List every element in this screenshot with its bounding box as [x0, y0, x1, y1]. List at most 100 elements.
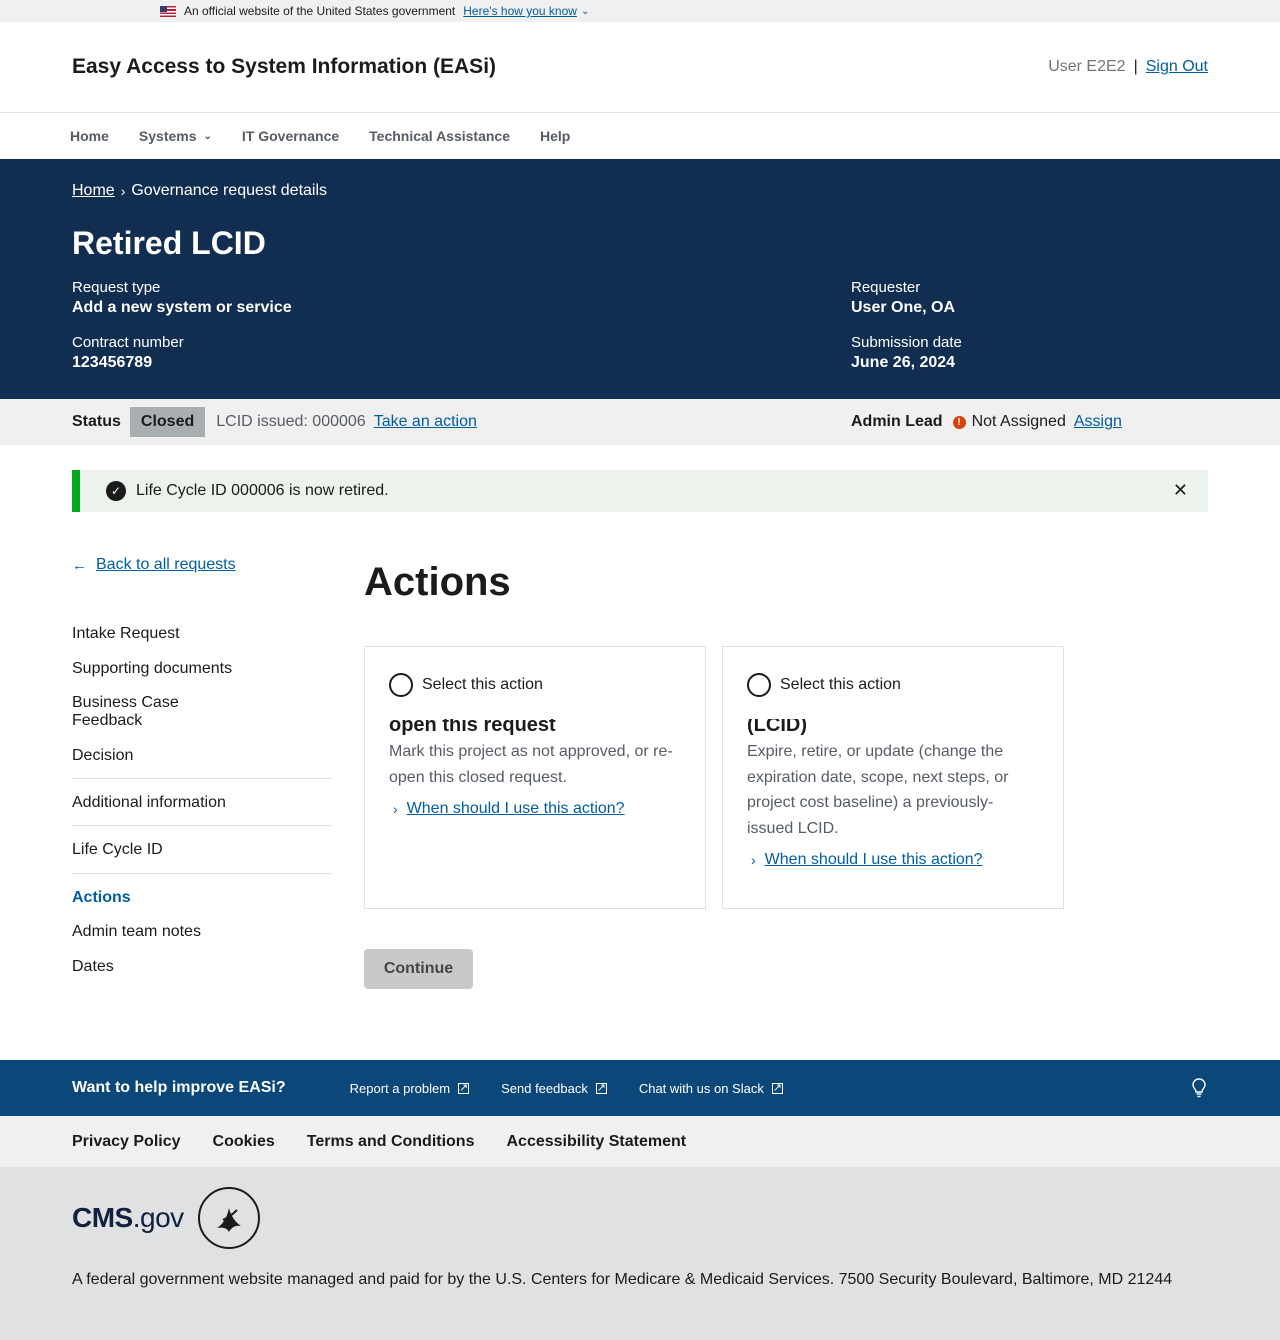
chevron-right-icon: › — [751, 852, 756, 868]
nav-technical-assistance[interactable]: Technical Assistance — [369, 128, 510, 144]
sidebar-item-business-case[interactable]: Business Case — [72, 694, 332, 712]
terms-link[interactable]: Terms and Conditions — [307, 1133, 475, 1151]
sidebar-item-supporting-documents[interactable]: Supporting documents — [72, 660, 332, 678]
radio-button[interactable] — [389, 673, 413, 697]
slack-chat-link[interactable]: Chat with us on Slack ↗ — [639, 1081, 783, 1096]
continue-button[interactable]: Continue — [364, 949, 473, 989]
arrow-left-icon: ← — [72, 556, 87, 574]
sidebar-item-dates[interactable]: Dates — [72, 958, 332, 976]
gov-banner-text: An official website of the United States… — [184, 4, 456, 18]
nav-help[interactable]: Help — [540, 128, 570, 144]
action-card-title-text: open this request — [389, 719, 556, 736]
action-card-description: Mark this project as not approved, or re… — [389, 743, 673, 786]
success-alert: ✓ Life Cycle ID 000006 is now retired. ✕ — [72, 470, 1208, 512]
status-bar: Status Closed LCID issued: 000006 Take a… — [0, 399, 1280, 445]
chevron-down-icon: ⌄ — [580, 5, 590, 17]
user-separator: | — [1133, 58, 1138, 75]
action-card-title: open this request — [389, 719, 681, 737]
user-name: User E2E2 — [1048, 58, 1126, 75]
action-card-description: Expire, retire, or update (change the ex… — [747, 743, 1009, 837]
cms-logo: CMS.gov — [72, 1202, 184, 1234]
cms-logo-text: CMS — [72, 1202, 133, 1233]
action-help-toggle[interactable]: › When should I use this action? — [389, 800, 681, 818]
sidebar-item-actions[interactable]: Actions — [72, 889, 332, 907]
sidebar-item-additional-information[interactable]: Additional information — [72, 794, 332, 812]
feedback-title: Want to help improve EASi? — [72, 1079, 286, 1096]
action-radio[interactable]: Select this action — [389, 673, 681, 697]
contract-field: Contract number 123456789 — [72, 334, 184, 372]
sign-out-link[interactable]: Sign Out — [1146, 58, 1208, 76]
hhs-seal-icon — [197, 1187, 260, 1249]
sidebar-item-intake-request[interactable]: Intake Request — [72, 625, 332, 643]
breadcrumb-current: Governance request details — [131, 182, 328, 199]
us-flag-icon — [160, 5, 176, 17]
requester-label: Requester — [851, 279, 921, 296]
back-to-requests-link[interactable]: ← Back to all requests — [72, 556, 332, 574]
nav-it-governance[interactable]: IT Governance — [242, 128, 339, 144]
requester-value: User One, OA — [851, 299, 956, 316]
request-type-label: Request type — [72, 279, 161, 296]
nav-systems[interactable]: Systems ⌄ — [139, 128, 212, 144]
check-circle-icon: ✓ — [106, 481, 126, 501]
radio-label: Select this action — [780, 676, 901, 693]
report-problem-label: Report a problem — [349, 1080, 451, 1096]
submission-date-field: Submission date June 26, 2024 — [851, 334, 962, 372]
external-link-icon: ↗ — [771, 1081, 783, 1094]
send-feedback-link[interactable]: Send feedback ↗ — [501, 1081, 607, 1096]
nav-systems-label: Systems — [138, 128, 197, 144]
status-label: Status — [72, 413, 121, 430]
request-type-field: Request type Add a new system or service — [72, 279, 292, 317]
action-help-toggle[interactable]: › When should I use this action? — [747, 851, 1039, 869]
external-link-icon: ↗ — [458, 1081, 470, 1094]
actions-title: Actions — [364, 560, 511, 604]
sidebar-item-decision[interactable]: Decision — [72, 747, 332, 765]
warning-icon: ! — [952, 415, 966, 429]
radio-label: Select this action — [422, 676, 543, 693]
take-action-link[interactable]: Take an action — [374, 413, 477, 431]
action-card[interactable]: Select this action (LCID) Expire, retire… — [722, 646, 1064, 909]
user-area: User E2E2 | Sign Out — [1048, 58, 1208, 76]
accessibility-link[interactable]: Accessibility Statement — [506, 1133, 686, 1151]
radio-button[interactable] — [747, 673, 771, 697]
report-problem-link[interactable]: Report a problem ↗ — [349, 1080, 470, 1096]
footer-logos: CMS.gov — [72, 1187, 260, 1249]
lightbulb-icon — [1192, 1078, 1206, 1098]
contract-label: Contract number — [72, 334, 184, 351]
contract-value: 123456789 — [72, 354, 153, 371]
back-link-label: Back to all requests — [96, 556, 236, 573]
cookies-link[interactable]: Cookies — [213, 1133, 275, 1151]
submission-date-label: Submission date — [851, 334, 962, 351]
external-link-icon: ↗ — [595, 1081, 607, 1094]
admin-lead: Admin Lead ! Not Assigned Assign — [851, 413, 1122, 431]
privacy-policy-link[interactable]: Privacy Policy — [72, 1133, 181, 1151]
sidebar-item-life-cycle-id[interactable]: Life Cycle ID — [72, 841, 332, 859]
send-feedback-label: Send feedback — [501, 1080, 588, 1096]
feedback-band: Want to help improve EASi? Report a prob… — [0, 1060, 1280, 1116]
status-badge: Closed — [129, 407, 206, 437]
site-footer: CMS.gov A federal government website man… — [0, 1167, 1280, 1340]
sidebar-item-admin-team-notes[interactable]: Admin team notes — [72, 923, 332, 941]
sidebar-divider — [72, 825, 332, 826]
request-type-value: Add a new system or service — [72, 299, 292, 316]
sidebar-divider — [72, 778, 332, 779]
page-title: Retired LCID — [72, 225, 266, 261]
lcid-issued-text: LCID issued: 000006 — [216, 413, 366, 430]
sidebar-divider — [72, 873, 332, 874]
sidebar: ← Back to all requests Intake Request Su… — [72, 556, 332, 975]
action-card-title: (LCID) — [747, 719, 1039, 737]
action-card[interactable]: Select this action open this request Mar… — [364, 646, 706, 909]
breadcrumb-home[interactable]: Home — [72, 182, 115, 200]
site-title[interactable]: Easy Access to System Information (EASi) — [72, 55, 496, 79]
close-icon[interactable]: ✕ — [1173, 480, 1188, 501]
action-radio[interactable]: Select this action — [747, 673, 1039, 697]
admin-lead-label: Admin Lead — [851, 413, 943, 430]
gov-banner-link[interactable]: Here's how you know — [463, 4, 577, 18]
cms-logo-gov: .gov — [132, 1202, 184, 1233]
action-card-title-text: (LCID) — [747, 719, 807, 736]
sidebar-item-feedback[interactable]: Feedback — [72, 712, 332, 730]
chevron-down-icon: ⌄ — [203, 130, 212, 142]
submission-date-value: June 26, 2024 — [851, 354, 956, 371]
nav-home[interactable]: Home — [70, 128, 109, 144]
assign-link[interactable]: Assign — [1074, 413, 1122, 431]
action-help-label: When should I use this action? — [406, 800, 625, 817]
